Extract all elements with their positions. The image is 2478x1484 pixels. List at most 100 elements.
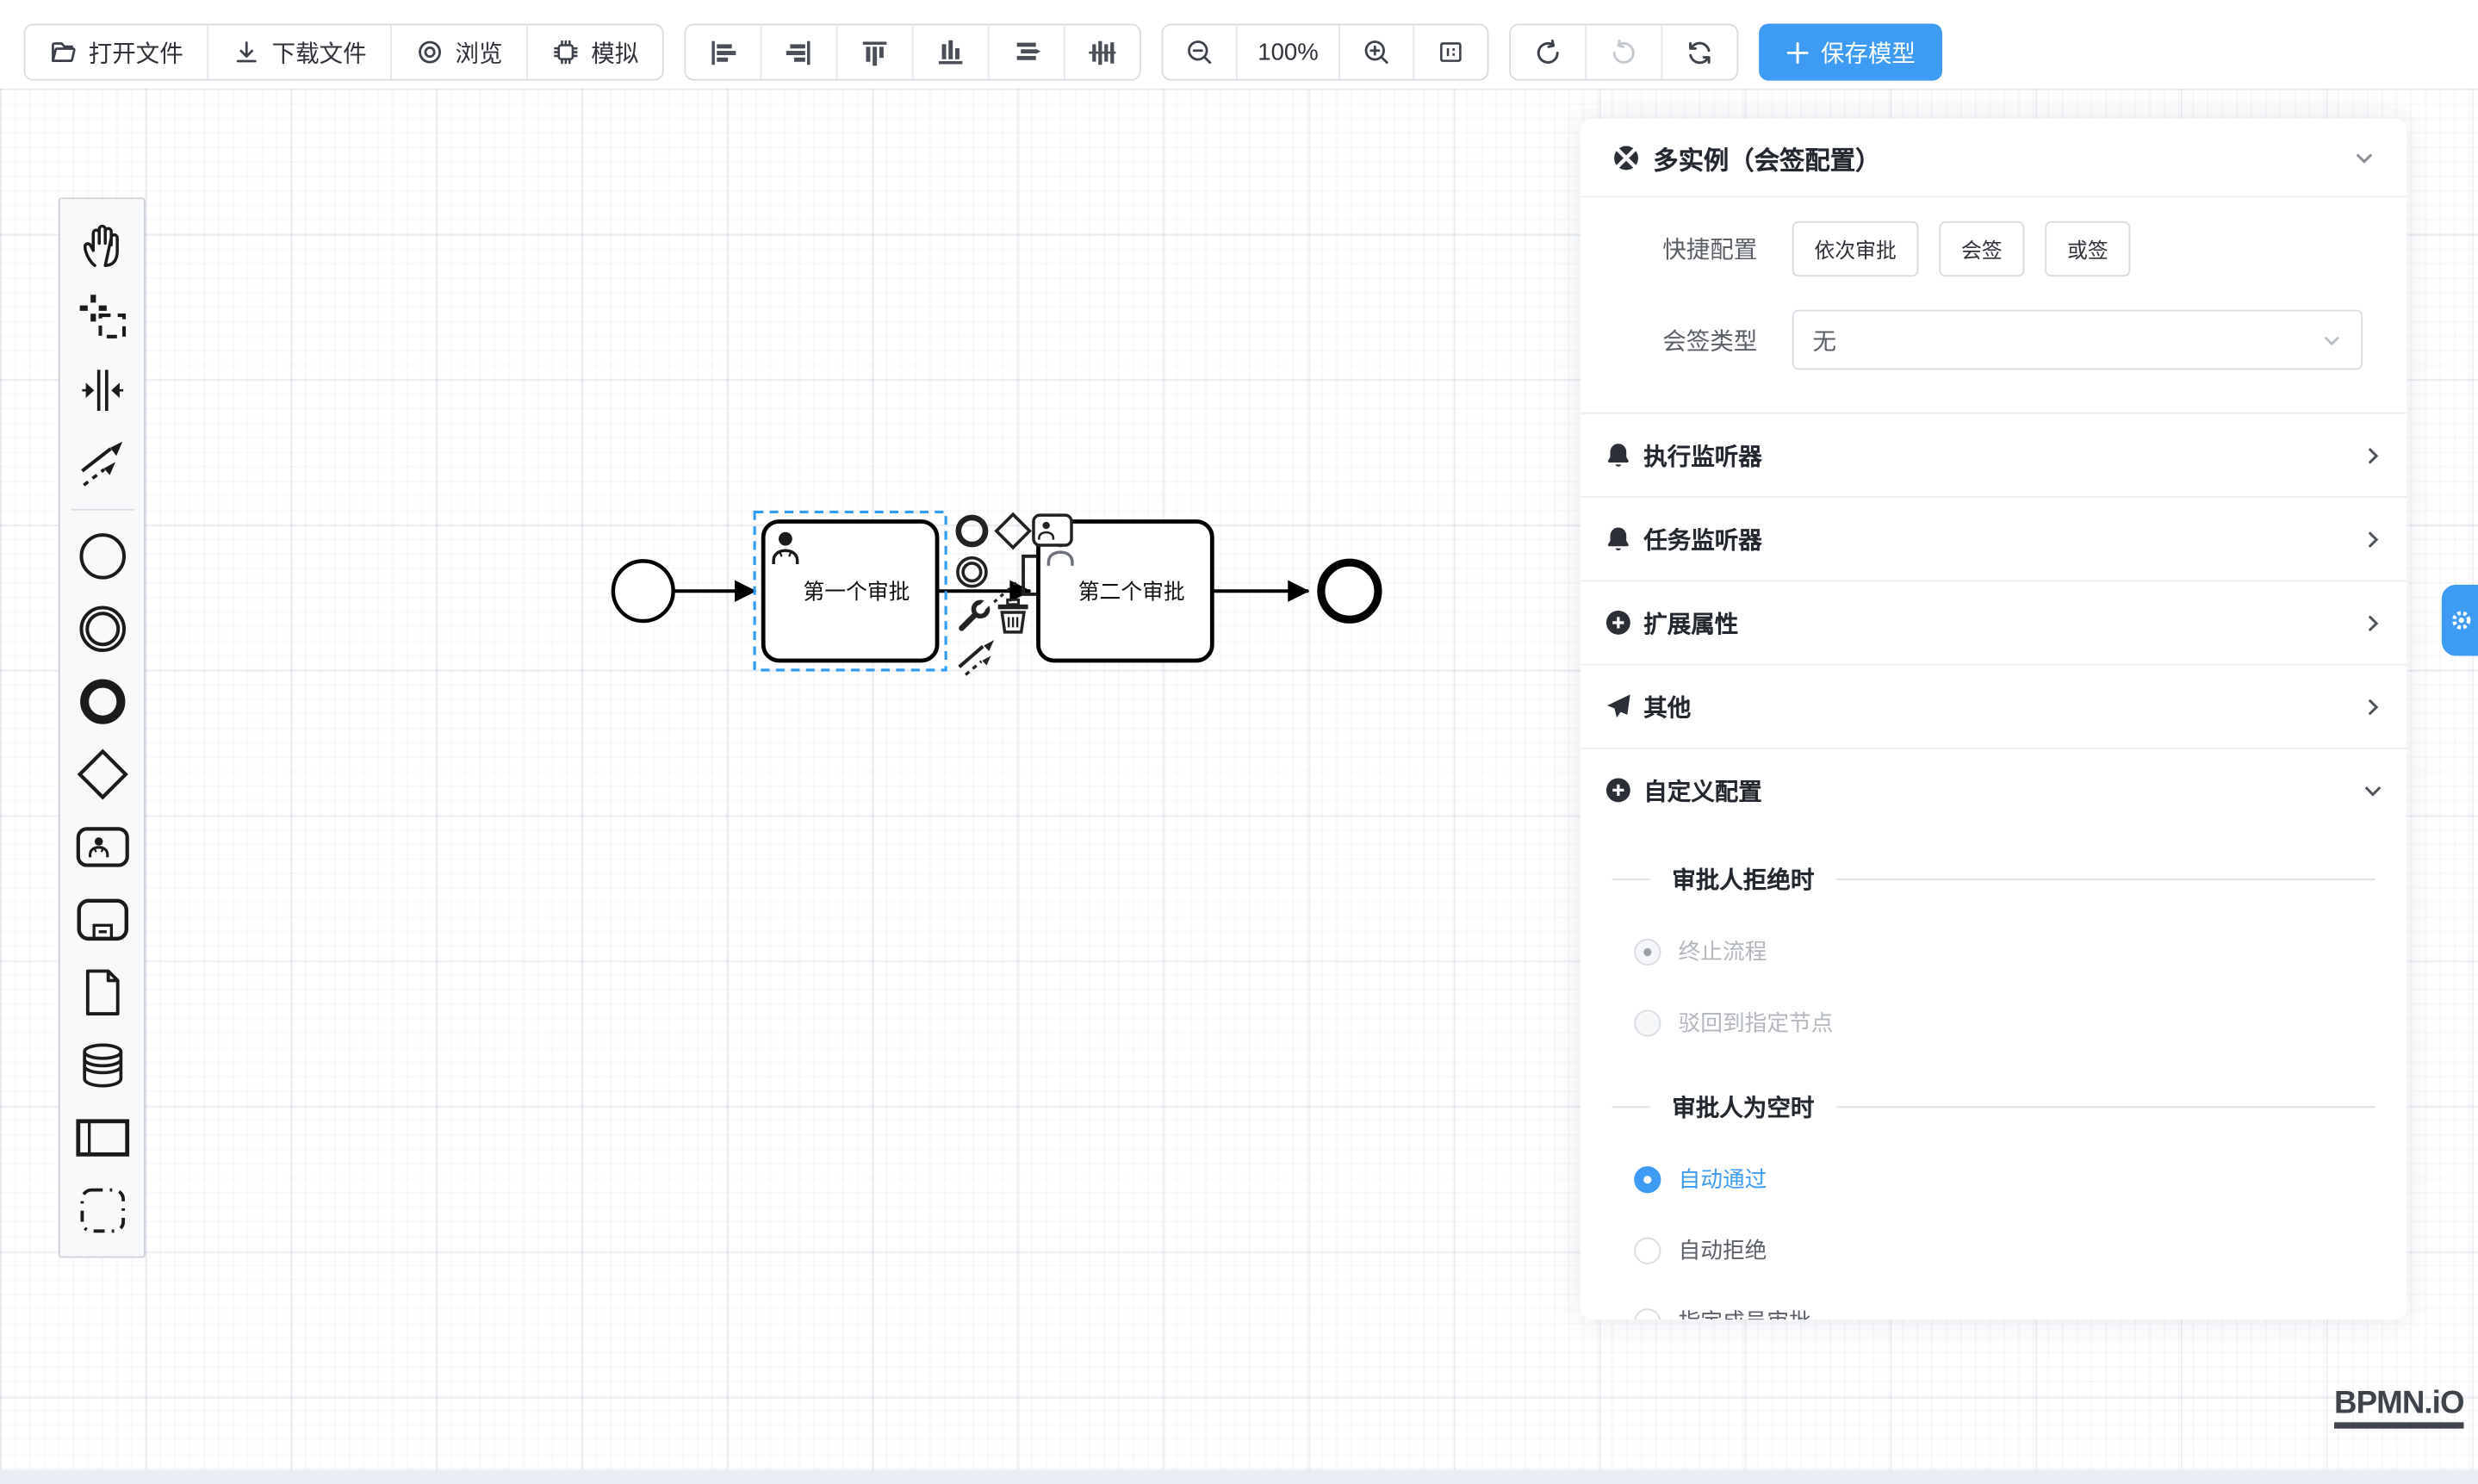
panel-title: 多实例（会签配置） xyxy=(1653,139,2353,177)
zoom-out-icon xyxy=(1185,38,1214,66)
simulate-button[interactable]: 模拟 xyxy=(526,25,662,78)
task-label: 第二个审批 xyxy=(1078,580,1185,604)
zoom-toolbar-group: 100% xyxy=(1162,24,1489,81)
radio-label: 终止流程 xyxy=(1679,935,1767,967)
align-left-icon xyxy=(708,37,738,67)
space-tool[interactable] xyxy=(65,354,138,426)
gateway-icon xyxy=(73,746,130,803)
align-center-horizontal-button[interactable] xyxy=(988,25,1064,78)
gear-icon xyxy=(2450,608,2474,632)
align-bottom-button[interactable] xyxy=(912,25,988,78)
chevron-right-icon xyxy=(2363,445,2383,466)
section-label: 自定义配置 xyxy=(1643,773,2363,807)
section-extension-properties[interactable]: 扩展属性 xyxy=(1581,580,2407,663)
section-execution-listener[interactable]: 执行监听器 xyxy=(1581,413,2407,496)
chevron-down-icon xyxy=(2321,330,2342,351)
append-intermediate-event-icon[interactable] xyxy=(958,558,986,587)
chevron-down-icon xyxy=(2353,146,2376,169)
radio-label: 驳回到指定节点 xyxy=(1679,1007,1834,1039)
palette-participant[interactable] xyxy=(65,1102,138,1174)
end-event[interactable] xyxy=(1321,562,1378,619)
palette-end-event[interactable] xyxy=(65,665,138,737)
undo-button[interactable] xyxy=(1511,25,1585,78)
palette-gateway[interactable] xyxy=(65,738,138,810)
quick-config-label: 快捷配置 xyxy=(1624,233,1757,266)
fit-viewport-icon xyxy=(1437,38,1465,66)
panel-toggle-tab[interactable] xyxy=(2442,585,2478,656)
user-task-1[interactable]: 第一个审批 xyxy=(763,521,937,660)
participant-icon xyxy=(73,1109,130,1166)
align-top-icon xyxy=(860,37,890,67)
plus-circle-icon xyxy=(1604,608,1632,636)
section-label: 其他 xyxy=(1643,690,2363,723)
download-icon xyxy=(233,38,261,66)
append-text-annotation-icon[interactable] xyxy=(994,556,1037,602)
append-end-event-icon[interactable] xyxy=(959,518,985,544)
download-file-label: 下载文件 xyxy=(272,35,367,69)
palette-subprocess[interactable] xyxy=(65,884,138,956)
start-event-icon xyxy=(75,530,128,583)
preview-icon xyxy=(416,38,444,66)
section-task-listener[interactable]: 任务监听器 xyxy=(1581,496,2407,580)
lasso-tool[interactable] xyxy=(65,282,138,354)
lasso-icon xyxy=(75,291,128,345)
reset-button[interactable] xyxy=(1661,25,1737,78)
align-toolbar-group xyxy=(685,24,1141,81)
connect-arrows-icon xyxy=(75,436,128,489)
section-label: 执行监听器 xyxy=(1643,438,2363,472)
chevron-right-icon xyxy=(2363,529,2383,550)
palette-group[interactable] xyxy=(65,1174,138,1246)
panel-header-multi-instance[interactable]: 多实例（会签配置） xyxy=(1581,119,2407,198)
section-custom-config[interactable]: 自定义配置 xyxy=(1581,748,2407,831)
refresh-icon xyxy=(1685,37,1715,67)
settings-wrench-icon[interactable] xyxy=(961,599,991,628)
user-task-icon xyxy=(73,818,130,875)
fit-viewport-button[interactable] xyxy=(1413,25,1487,78)
send-icon xyxy=(1604,692,1632,721)
hand-tool[interactable] xyxy=(65,208,138,281)
radio-icon xyxy=(1634,1009,1661,1036)
redo-button[interactable] xyxy=(1585,25,1661,78)
palette-start-event[interactable] xyxy=(65,520,138,593)
align-right-button[interactable] xyxy=(761,25,836,78)
palette-user-task[interactable] xyxy=(65,810,138,883)
download-file-button[interactable]: 下载文件 xyxy=(207,25,390,78)
multi-type-value: 无 xyxy=(1813,323,2322,357)
properties-panel: 多实例（会签配置） 快捷配置 依次审批 会签 或签 会签类型 无 xyxy=(1581,119,2407,1319)
append-gateway-icon[interactable] xyxy=(997,514,1030,548)
align-left-button[interactable] xyxy=(686,25,760,78)
preview-label: 浏览 xyxy=(455,35,502,69)
global-connect-tool[interactable] xyxy=(65,426,138,499)
quick-config-countersign-button[interactable]: 会签 xyxy=(1939,221,2024,276)
multi-type-label: 会签类型 xyxy=(1624,323,1757,357)
quick-config-buttons: 依次审批 会签 或签 xyxy=(1792,221,2131,276)
radio-label: 指定成员审批 xyxy=(1679,1306,1811,1320)
palette-data-store[interactable] xyxy=(65,1028,138,1101)
radio-icon xyxy=(1634,1165,1661,1192)
zoom-out-button[interactable] xyxy=(1164,25,1236,78)
align-top-button[interactable] xyxy=(836,25,912,78)
align-center-vertical-button[interactable] xyxy=(1064,25,1140,78)
open-file-button[interactable]: 打开文件 xyxy=(25,25,207,78)
multi-type-select[interactable]: 无 xyxy=(1792,310,2363,370)
palette-intermediate-event[interactable] xyxy=(65,593,138,665)
reject-title: 审批人拒绝时 xyxy=(1672,863,1814,897)
palette-data-object[interactable] xyxy=(65,956,138,1028)
start-event[interactable] xyxy=(613,561,674,621)
quick-config-orsign-button[interactable]: 或签 xyxy=(2045,221,2130,276)
quick-config-sequential-button[interactable]: 依次审批 xyxy=(1792,221,1919,276)
append-user-task-icon[interactable] xyxy=(1034,515,1071,545)
zoom-in-button[interactable] xyxy=(1338,25,1413,78)
radio-auto-reject[interactable]: 自动拒绝 xyxy=(1634,1234,2376,1266)
radio-auto-pass[interactable]: 自动通过 xyxy=(1634,1163,2376,1195)
undo-icon xyxy=(1533,37,1563,67)
delete-trash-icon[interactable] xyxy=(998,599,1028,632)
section-label: 任务监听器 xyxy=(1643,522,2363,556)
radio-assign-member[interactable]: 指定成员审批 xyxy=(1634,1306,2376,1320)
connect-tool-icon[interactable] xyxy=(960,640,994,674)
section-other[interactable]: 其他 xyxy=(1581,664,2407,748)
preview-button[interactable]: 浏览 xyxy=(390,25,526,78)
panel-sections: 执行监听器 任务监听器 扩展属性 其他 自定义配置 xyxy=(1581,413,2407,831)
group-icon xyxy=(75,1183,128,1237)
save-model-button[interactable]: 保存模型 xyxy=(1759,24,1942,81)
